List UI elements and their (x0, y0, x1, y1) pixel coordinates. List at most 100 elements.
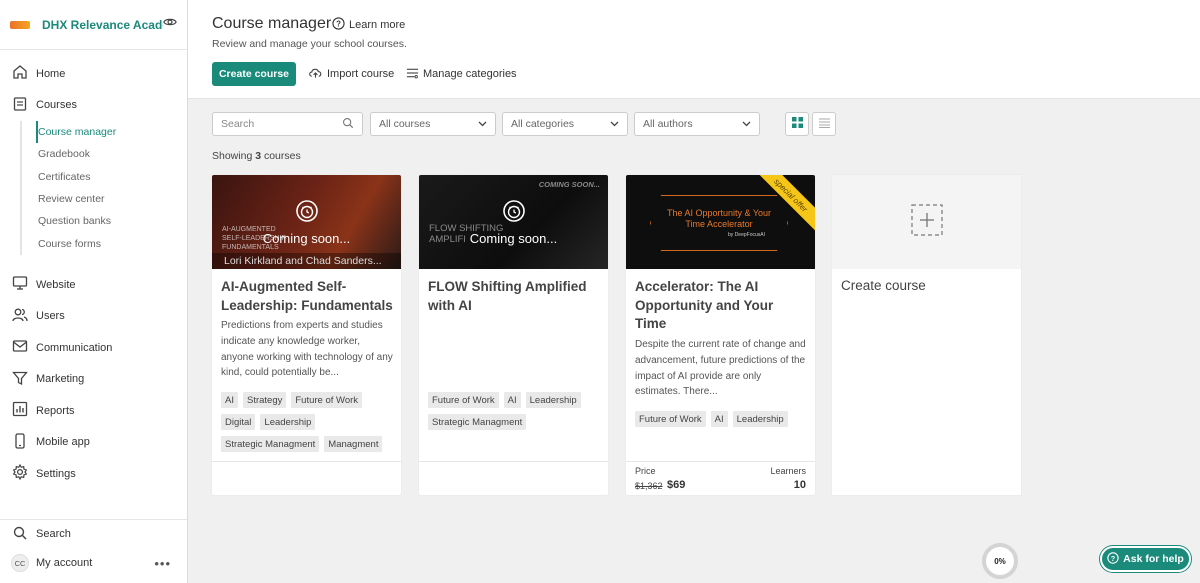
coming-soon-label: Coming soon... (262, 230, 351, 246)
nav-label-users: Users (36, 310, 65, 323)
course-title[interactable]: Accelerator: The AI Opportunity and Your… (635, 278, 807, 334)
course-card[interactable]: AI-AUGMENTED SELF-LEADERSHIP FUNDAMENTAL… (212, 175, 401, 495)
add-icon (910, 203, 943, 241)
tag: Strategic Managment (428, 414, 527, 430)
nav-label-reports: Reports (36, 404, 75, 417)
nav-item-website[interactable]: Website (0, 269, 187, 301)
course-title[interactable]: AI-Augmented Self-Leadership: Fundamenta… (221, 278, 393, 315)
learners-count: 10 (793, 479, 806, 491)
sub-item-review-center[interactable]: Review center (38, 188, 187, 210)
nav-item-my-account[interactable]: CC My account ••• (0, 548, 187, 578)
nav-item-search[interactable]: Search (0, 520, 187, 548)
sub-item-gradebook[interactable]: Gradebook (38, 143, 187, 165)
create-course-card[interactable]: Create course (832, 175, 1021, 495)
learn-more-link[interactable]: ? Learn more (332, 17, 405, 33)
tag: AI (710, 411, 728, 427)
alarm-clock-icon (502, 199, 526, 231)
nav-item-communication[interactable]: Communication (0, 332, 187, 364)
showing-prefix: Showing (212, 150, 253, 162)
course-thumbnail: AI-AUGMENTED SELF-LEADERSHIP FUNDAMENTAL… (212, 175, 401, 269)
authors-filter-value: All authors (643, 118, 693, 130)
courses-filter-select[interactable]: All courses (370, 112, 496, 136)
nav-item-users[interactable]: Users (0, 300, 187, 332)
chevron-down-icon (610, 118, 619, 130)
learn-more-label: Learn more (349, 19, 406, 31)
nav-item-reports[interactable]: Reports (0, 395, 187, 427)
progress-indicator[interactable]: 0% (982, 543, 1018, 579)
svg-text:?: ? (336, 19, 341, 28)
ask-for-help-label: Ask for help (1123, 553, 1184, 565)
list-view-button[interactable] (812, 112, 836, 136)
nav-label-communication: Communication (36, 341, 113, 354)
more-options-icon[interactable]: ••• (154, 556, 171, 571)
tag: AI (503, 392, 521, 408)
cloud-upload-icon (308, 66, 327, 82)
nav-label-home: Home (36, 67, 66, 80)
thumbnail-subtitle: by DeepFocusAI (728, 232, 765, 238)
main-nav: Home Courses Course manager Gradebook Ce… (0, 50, 187, 489)
tag: Future of Work (635, 411, 706, 427)
page-subtitle: Review and manage your school courses. (212, 38, 407, 50)
school-name[interactable]: DHX Relevance Acade... (42, 18, 163, 32)
nav-item-home[interactable]: Home (0, 58, 187, 90)
brand-header[interactable]: DHX Relevance Acade... (0, 0, 187, 50)
nav-item-courses[interactable]: Courses (0, 90, 187, 122)
course-card[interactable]: COMING SOON... FLOW SHIFTING AMPLIFI Com… (419, 175, 608, 495)
course-thumbnail: The AI Opportunity & Your Time Accelerat… (626, 175, 815, 269)
showing-count: Showing 3 courses (212, 150, 301, 162)
tag: Leadership (732, 411, 788, 427)
ask-for-help-button[interactable]: ? Ask for help (1100, 546, 1191, 572)
card-footer (626, 461, 815, 462)
search-placeholder: Search (221, 118, 255, 130)
card-footer (212, 461, 401, 462)
manage-categories-button[interactable]: Manage categories (406, 62, 517, 86)
authors-filter-select[interactable]: All authors (634, 112, 760, 136)
nav-label-marketing: Marketing (36, 373, 85, 386)
sub-item-course-manager[interactable]: Course manager (38, 121, 187, 143)
create-course-thumbnail (832, 175, 1021, 269)
showing-suffix: courses (263, 150, 301, 162)
tag: Digital (221, 414, 256, 430)
home-icon (11, 63, 36, 84)
sub-item-certificates[interactable]: Certificates (38, 166, 187, 188)
eye-icon[interactable] (163, 15, 177, 34)
search-input[interactable]: Search (212, 112, 363, 136)
nav-item-mobile-app[interactable]: Mobile app (0, 426, 187, 458)
create-course-title[interactable]: Create course (841, 278, 926, 293)
price-label: Price (635, 466, 656, 476)
tag: Future of Work (291, 392, 363, 408)
tag: Strategic Managment (221, 436, 320, 452)
search-icon (11, 524, 36, 545)
mail-icon (11, 337, 36, 358)
sidebar: DHX Relevance Acade... Home Courses Cour… (0, 0, 188, 583)
sub-item-course-forms[interactable]: Course forms (38, 232, 187, 254)
sub-item-question-banks[interactable]: Question banks (38, 210, 187, 232)
nav-label-mobile-app: Mobile app (36, 436, 90, 449)
learners-label: Learners (770, 466, 806, 476)
course-description: Despite the current rate of change and a… (635, 339, 806, 398)
thumbnail-title: The AI Opportunity & Your Time Accelerat… (666, 208, 772, 229)
course-thumbnail: COMING SOON... FLOW SHIFTING AMPLIFI Com… (419, 175, 608, 269)
nav-label-my-account: My account (36, 557, 93, 569)
import-course-button[interactable]: Import course (308, 62, 394, 86)
nav-label-search: Search (36, 528, 71, 540)
nav-item-settings[interactable]: Settings (0, 458, 187, 490)
svg-text:?: ? (1111, 553, 1116, 562)
tag: Managment (324, 436, 383, 452)
coming-soon-label: Coming soon... (469, 230, 558, 246)
courses-icon (11, 95, 36, 116)
chevron-down-icon (478, 118, 487, 130)
create-course-button[interactable]: Create course (212, 62, 296, 86)
chevron-down-icon (742, 118, 751, 130)
tag: Future of Work (428, 392, 499, 408)
nav-item-marketing[interactable]: Marketing (0, 363, 187, 395)
school-logo (10, 20, 30, 29)
nav-label-courses: Courses (36, 99, 77, 112)
nav-label-website: Website (36, 278, 76, 291)
grid-view-button[interactable] (785, 112, 809, 136)
course-title[interactable]: FLOW Shifting Amplified with AI (428, 278, 600, 315)
course-card[interactable]: The AI Opportunity & Your Time Accelerat… (626, 175, 815, 495)
showing-number: 3 (255, 150, 262, 162)
categories-filter-select[interactable]: All categories (502, 112, 628, 136)
manage-categories-label: Manage categories (423, 68, 517, 80)
